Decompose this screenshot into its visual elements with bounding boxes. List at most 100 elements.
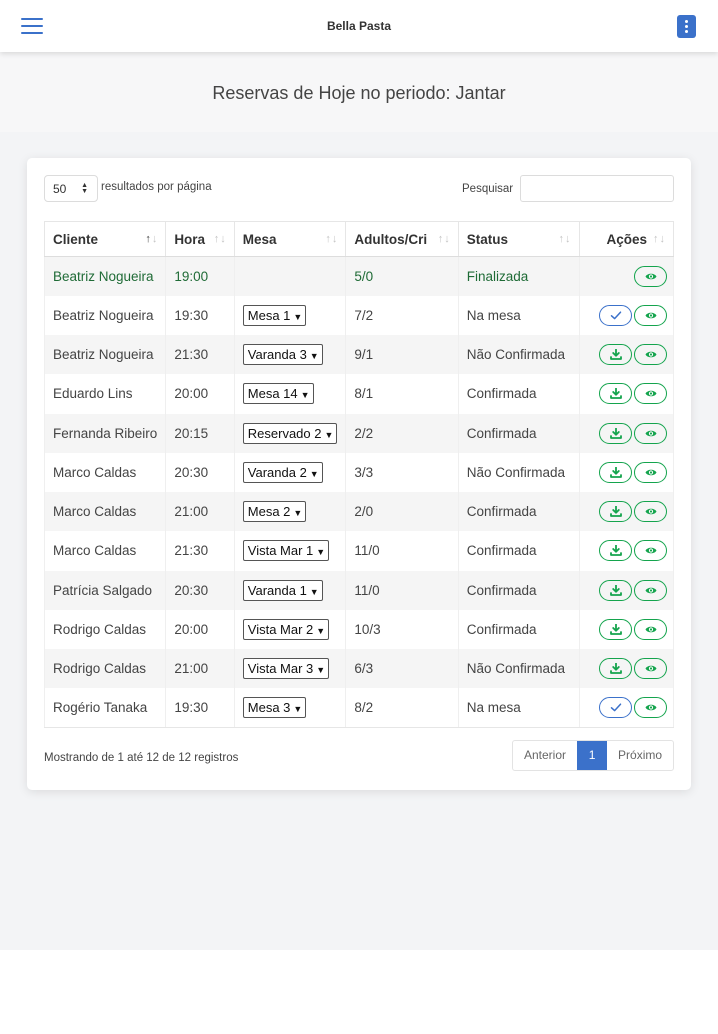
table-row: Marco Caldas 21:30 Vista Mar 1 ▼ 11/0 Confirm…	[43, 531, 675, 571]
cell-status: Na mesa	[457, 295, 580, 335]
cell-hora: 21:30	[165, 335, 235, 375]
cell-acoes	[578, 413, 675, 453]
view-button[interactable]	[634, 422, 667, 444]
download-button[interactable]	[599, 383, 632, 405]
download-button[interactable]	[599, 579, 632, 601]
cell-hora: 20:15	[165, 413, 235, 453]
search-input[interactable]	[520, 175, 674, 202]
view-button[interactable]	[634, 501, 667, 523]
cell-hora: 21:30	[165, 531, 235, 571]
table-select-value: Reservado 2	[247, 425, 322, 441]
reservations-table: Cliente ↑↓ Hora ↑↓ Mesa ↑↓ Adultos/Cri ↑↓ St…	[43, 221, 675, 729]
chevron-down-icon: ▼	[300, 390, 310, 401]
cell-status: Confirmada	[457, 531, 580, 571]
table-select[interactable]: Mesa 14 ▼	[242, 383, 314, 405]
chevron-down-icon: ▼	[316, 625, 326, 636]
cell-cliente: Marco Caldas	[43, 452, 167, 492]
download-button[interactable]	[599, 658, 632, 680]
column-header-adultos[interactable]: Adultos/Cri ↑↓	[345, 221, 459, 257]
table-header-row: Cliente ↑↓ Hora ↑↓ Mesa ↑↓ Adultos/Cri ↑↓ St…	[43, 221, 675, 257]
reservations-card: 50 ▲ ▼ resultados por página Pesquisar Cl…	[27, 158, 691, 790]
table-select[interactable]: Varanda 1 ▼	[242, 579, 323, 601]
cell-cliente: Marco Caldas	[43, 492, 167, 532]
view-button[interactable]	[634, 344, 667, 366]
table-select[interactable]: Mesa 3 ▼	[242, 697, 307, 719]
table-select-value: Vista Mar 1	[247, 543, 314, 559]
table-select[interactable]: Varanda 2 ▼	[242, 461, 323, 483]
table-row: Rodrigo Caldas 21:00 Vista Mar 3 ▼ 6/3 Não Co…	[43, 649, 675, 689]
check-button[interactable]	[599, 304, 632, 326]
column-header-hora[interactable]: Hora ↑↓	[165, 221, 235, 257]
cell-acoes	[578, 688, 675, 729]
table-select[interactable]: Vista Mar 2 ▼	[242, 618, 330, 640]
column-header-mesa[interactable]: Mesa ↑↓	[233, 221, 347, 257]
pagination-next-button[interactable]: Próximo	[607, 741, 673, 770]
chevron-down-icon: ▼	[324, 429, 334, 440]
table-select[interactable]: Mesa 1 ▼	[242, 304, 307, 326]
table-select-value: Mesa 2	[247, 504, 291, 520]
cell-adultos: 5/0	[345, 256, 459, 296]
column-header-cliente[interactable]: Cliente ↑↓	[43, 221, 167, 257]
pagination-prev-button[interactable]: Anterior	[513, 741, 577, 770]
table-select[interactable]: Mesa 2 ▼	[242, 501, 307, 523]
cell-status: Finalizada	[457, 256, 580, 296]
download-button[interactable]	[599, 422, 632, 444]
view-button[interactable]	[634, 383, 667, 405]
vertical-dots-icon[interactable]	[677, 15, 696, 38]
check-button[interactable]	[599, 697, 632, 719]
column-header-acoes[interactable]: Ações ↑↓	[578, 221, 675, 257]
cell-status: Confirmada	[457, 570, 580, 610]
cell-hora: 21:00	[165, 492, 235, 532]
pagination-page-button[interactable]: 1	[577, 741, 608, 770]
cell-mesa: Vista Mar 3 ▼	[233, 649, 347, 689]
cell-hora: 20:30	[165, 570, 235, 610]
chevron-down-icon: ▼	[309, 351, 319, 362]
view-button[interactable]	[634, 618, 667, 640]
view-button[interactable]	[634, 579, 667, 601]
cell-hora: 19:30	[165, 688, 235, 729]
cell-mesa: Varanda 2 ▼	[233, 452, 347, 492]
updown-arrows-icon: ▲ ▼	[81, 182, 88, 195]
cell-mesa: Reservado 2 ▼	[233, 413, 347, 453]
cell-acoes	[578, 492, 675, 532]
cell-acoes	[578, 335, 675, 375]
cell-hora: 20:30	[165, 452, 235, 492]
chevron-down-icon: ▼	[293, 704, 303, 715]
table-select[interactable]: Reservado 2 ▼	[242, 422, 338, 444]
sort-icon: ↑↓	[325, 233, 339, 245]
table-select[interactable]: Vista Mar 1 ▼	[242, 540, 330, 562]
cell-acoes	[578, 295, 675, 335]
column-header-status[interactable]: Status ↑↓	[457, 221, 580, 257]
view-button[interactable]	[634, 540, 667, 562]
table-select-value: Mesa 14	[247, 386, 298, 402]
download-button[interactable]	[599, 461, 632, 483]
view-button[interactable]	[634, 658, 667, 680]
per-page-value: 50	[53, 182, 67, 196]
cell-adultos: 8/2	[345, 688, 459, 729]
view-button[interactable]	[634, 265, 667, 287]
download-button[interactable]	[599, 540, 632, 562]
cell-adultos: 10/3	[345, 609, 459, 649]
download-button[interactable]	[599, 344, 632, 366]
view-button[interactable]	[634, 304, 667, 326]
cell-cliente: Beatriz Nogueira	[43, 295, 167, 335]
view-button[interactable]	[634, 461, 667, 483]
table-row: Eduardo Lins 20:00 Mesa 14 ▼ 8/1 Confirmada	[43, 374, 675, 414]
download-button[interactable]	[599, 618, 632, 640]
sort-icon: ↑↓	[653, 233, 666, 245]
view-button[interactable]	[634, 697, 667, 719]
cell-acoes	[578, 570, 675, 610]
table-select[interactable]: Vista Mar 3 ▼	[242, 658, 330, 680]
search-label: Pesquisar	[462, 183, 514, 195]
table-select-value: Varanda 2	[247, 464, 307, 480]
download-button[interactable]	[599, 501, 632, 523]
table-row: Beatriz Nogueira 21:30 Varanda 3 ▼ 9/1 Não Co…	[43, 335, 675, 375]
per-page-select[interactable]: 50 ▲ ▼	[44, 175, 98, 202]
table-select-value: Vista Mar 3	[247, 661, 314, 677]
table-row: Rodrigo Caldas 20:00 Vista Mar 2 ▼ 10/3 Confi…	[43, 609, 675, 649]
cell-adultos: 9/1	[345, 335, 459, 375]
sort-icon: ↑↓	[558, 233, 572, 245]
sort-icon: ↑↓	[437, 233, 451, 245]
table-select[interactable]: Varanda 3 ▼	[242, 344, 323, 366]
cell-hora: 21:00	[165, 649, 235, 689]
